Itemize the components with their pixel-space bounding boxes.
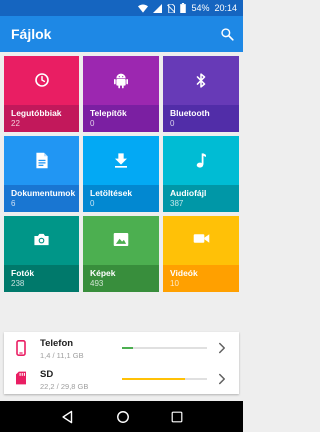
category-tile-telepitok[interactable]: Telepítők 0: [83, 56, 159, 132]
wifi-icon: [138, 4, 149, 13]
storage-usage-fill: [122, 347, 133, 349]
page-title: Fájlok: [11, 26, 52, 42]
tile-count: 6: [11, 199, 16, 208]
tile-footer: Audiofájl 387: [163, 185, 239, 212]
tile-label: Dokumentumok: [11, 188, 76, 198]
category-tile-legutobbiak[interactable]: Legutóbbiak 22: [4, 56, 79, 132]
tile-count: 493: [90, 279, 104, 288]
status-bar: 54% 20:14: [0, 0, 243, 16]
storage-usage: 22,2 / 29,8 GB: [40, 382, 89, 391]
document-icon: [4, 152, 79, 169]
tile-footer: Legutóbbiak 22: [4, 105, 79, 132]
category-tile-videok[interactable]: Videók 10: [163, 216, 239, 292]
storage-usage-bar: [122, 378, 207, 380]
video-camera-icon: [163, 232, 239, 245]
tile-count: 238: [11, 279, 25, 288]
tile-count: 387: [170, 199, 184, 208]
tile-label: Bluetooth: [170, 108, 210, 118]
category-tile-bluetooth[interactable]: Bluetooth 0: [163, 56, 239, 132]
storage-row-telefon[interactable]: Telefon 1,4 / 11,1 GB: [4, 333, 239, 363]
no-sim-icon: [167, 3, 176, 13]
tile-count: 22: [11, 119, 20, 128]
tile-footer: Letöltések 0: [83, 185, 159, 212]
tile-label: Videók: [170, 268, 198, 278]
search-icon[interactable]: [220, 27, 234, 41]
tile-footer: Dokumentumok 6: [4, 185, 79, 212]
category-tile-fotok[interactable]: Fotók 238: [4, 216, 79, 292]
tile-count: 0: [90, 199, 95, 208]
sd-card-icon: [16, 371, 26, 390]
back-icon[interactable]: [61, 410, 75, 424]
tile-label: Letöltések: [90, 188, 133, 198]
tile-label: Fotók: [11, 268, 35, 278]
tile-footer: Fotók 238: [4, 265, 79, 292]
phone-icon: [16, 340, 26, 361]
tile-footer: Bluetooth 0: [163, 105, 239, 132]
navigation-bar: [0, 401, 243, 432]
signal-icon: [153, 3, 163, 13]
tile-footer: Telepítők 0: [83, 105, 159, 132]
recents-icon[interactable]: [171, 411, 183, 423]
tile-label: Audiofájl: [170, 188, 207, 198]
battery-icon: [180, 3, 187, 13]
tile-footer: Videók 10: [163, 265, 239, 292]
tile-label: Legutóbbiak: [11, 108, 62, 118]
battery-percent: 54%: [191, 3, 210, 13]
download-icon: [83, 152, 159, 168]
tile-label: Képek: [90, 268, 116, 278]
category-tile-dokumentumok[interactable]: Dokumentumok 6: [4, 136, 79, 212]
category-tile-letoltesek[interactable]: Letöltések 0: [83, 136, 159, 212]
clock-time: 20:14: [214, 3, 237, 13]
storage-card: Telefon 1,4 / 11,1 GB SD 22,2 / 29,8 GB: [4, 332, 239, 394]
category-tile-kepek[interactable]: Képek 493: [83, 216, 159, 292]
chevron-right-icon[interactable]: [218, 372, 226, 390]
clock-icon: [4, 72, 79, 88]
image-icon: [83, 232, 159, 247]
storage-usage: 1,4 / 11,1 GB: [40, 351, 84, 360]
tile-count: 10: [170, 279, 179, 288]
storage-name: Telefon: [40, 338, 74, 349]
music-note-icon: [163, 152, 239, 169]
camera-icon: [4, 232, 79, 247]
category-tile-audiofajl[interactable]: Audiofájl 387: [163, 136, 239, 212]
storage-usage-bar: [122, 347, 207, 349]
storage-usage-fill: [122, 378, 186, 380]
tile-count: 0: [170, 119, 175, 128]
tile-label: Telepítők: [90, 108, 127, 118]
category-grid: Legutóbbiak 22 Telepítők 0 Bluetooth 0 Dokumen…: [4, 56, 239, 292]
chevron-right-icon[interactable]: [218, 341, 226, 359]
bluetooth-icon: [163, 72, 239, 89]
android-icon: [83, 72, 159, 90]
tile-count: 0: [90, 119, 95, 128]
home-icon[interactable]: [116, 410, 130, 424]
tile-footer: Képek 493: [83, 265, 159, 292]
storage-name: SD: [40, 369, 54, 380]
storage-row-sd[interactable]: SD 22,2 / 29,8 GB: [4, 364, 239, 394]
app-bar: Fájlok: [0, 16, 243, 52]
